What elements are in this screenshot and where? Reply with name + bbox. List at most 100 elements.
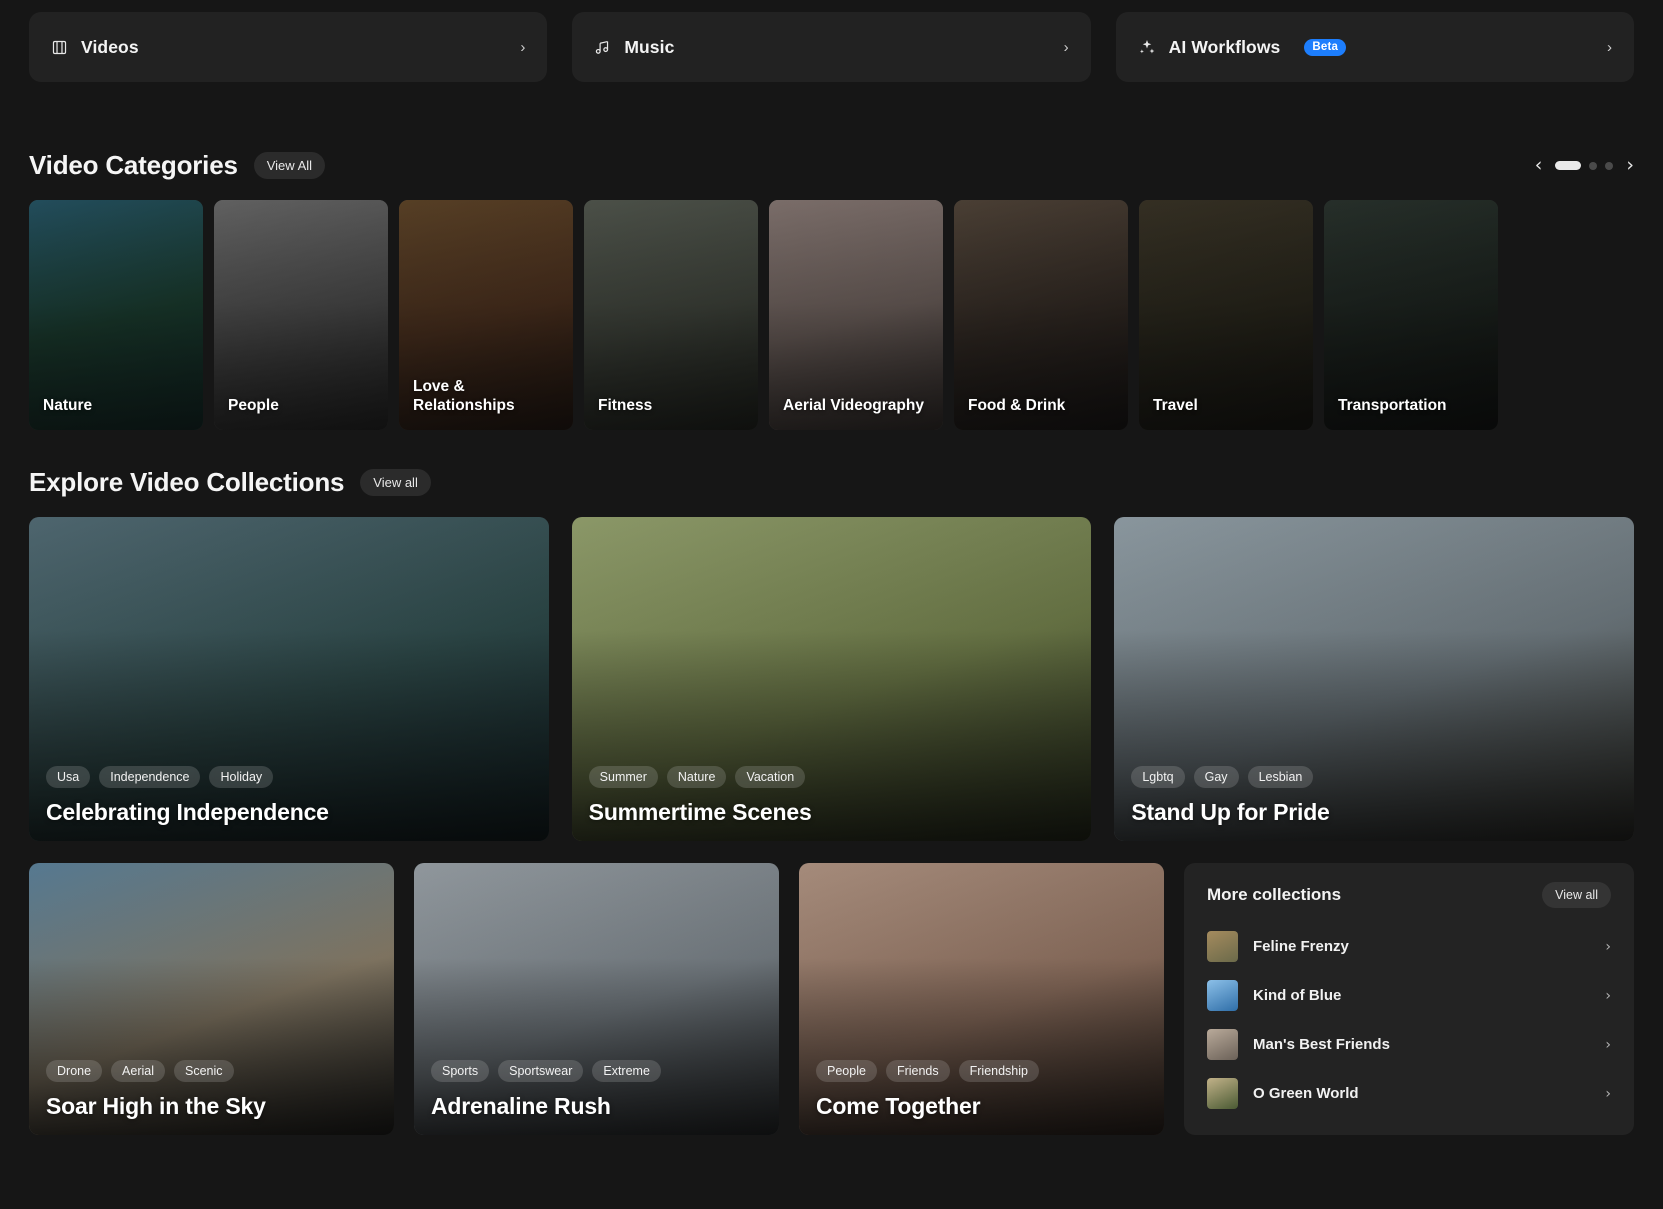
- top-nav-tiles: Videos › Music › AI Workflows Beta ›: [29, 0, 1634, 82]
- chevron-right-icon: ›: [1605, 938, 1611, 955]
- collection-card[interactable]: Summer Nature Vacation Summertime Scenes: [571, 517, 1092, 841]
- more-collections-list: Feline Frenzy › Kind of Blue › Man's Best Fr…: [1207, 922, 1611, 1118]
- music-note-icon: [594, 39, 611, 56]
- carousel-next-icon[interactable]: ›: [1626, 156, 1634, 175]
- nav-tile-label: Music: [624, 36, 675, 57]
- carousel-dot[interactable]: [1605, 161, 1614, 170]
- collection-title: Come Together: [816, 1093, 981, 1119]
- category-label: People: [228, 397, 279, 415]
- category-card[interactable]: Food & Drink: [954, 200, 1128, 430]
- more-collection-item[interactable]: Man's Best Friends ›: [1207, 1020, 1611, 1069]
- category-label: Love & Relationships: [413, 378, 515, 415]
- collection-tag[interactable]: Sportswear: [498, 1060, 584, 1082]
- collection-body: Summer Nature Vacation Summertime Scenes: [588, 766, 1075, 826]
- collection-tag[interactable]: Lesbian: [1247, 766, 1314, 788]
- more-collection-item[interactable]: Kind of Blue ›: [1207, 971, 1611, 1020]
- view-all-more-collections-button[interactable]: View all: [1542, 882, 1611, 908]
- collection-tag[interactable]: Independence: [99, 766, 201, 788]
- collection-tags: Sports Sportswear Extreme: [431, 1060, 762, 1082]
- collection-tag[interactable]: Scenic: [174, 1060, 234, 1082]
- collection-tag[interactable]: Extreme: [592, 1060, 661, 1082]
- collection-card[interactable]: People Friends Friendship Come Together: [799, 863, 1164, 1135]
- section-title: Explore Video Collections: [29, 467, 345, 497]
- category-label: Transportation: [1338, 397, 1447, 415]
- category-card[interactable]: Travel: [1139, 200, 1313, 430]
- beta-badge: Beta: [1304, 38, 1347, 56]
- carousel-dots: [1555, 161, 1614, 170]
- collection-tag[interactable]: Aerial: [111, 1060, 166, 1082]
- collection-thumbnail: [1207, 980, 1238, 1011]
- collection-card[interactable]: Drone Aerial Scenic Soar High in the Sky: [29, 863, 394, 1135]
- chevron-right-icon: ›: [1605, 987, 1611, 1004]
- collection-tag[interactable]: Nature: [666, 766, 727, 788]
- collection-tag[interactable]: Drone: [46, 1060, 103, 1082]
- nav-tile-music[interactable]: Music ›: [572, 12, 1091, 82]
- sparkles-icon: [1138, 38, 1156, 56]
- category-overlay: [769, 200, 943, 430]
- category-overlay: [1324, 200, 1498, 430]
- chevron-right-icon: ›: [1606, 38, 1612, 56]
- collection-card[interactable]: Sports Sportswear Extreme Adrenaline Rush: [414, 863, 779, 1135]
- nav-tile-label: Videos: [81, 36, 139, 57]
- nav-tile-ai-workflows[interactable]: AI Workflows Beta ›: [1115, 12, 1634, 82]
- carousel-dot[interactable]: [1589, 161, 1598, 170]
- page-root: Videos › Music › AI Workflows Beta › Vid…: [0, 0, 1663, 1209]
- category-card[interactable]: Aerial Videography: [769, 200, 943, 430]
- collection-title: Celebrating Independence: [46, 799, 329, 825]
- collection-tag[interactable]: Usa: [46, 766, 91, 788]
- collection-card[interactable]: Usa Independence Holiday Celebrating Indepe…: [29, 517, 549, 841]
- collection-title: Soar High in the Sky: [46, 1093, 266, 1119]
- collection-thumbnail: [1207, 1029, 1238, 1060]
- collection-tags: Summer Nature Vacation: [588, 766, 1075, 788]
- video-categories-header: Video Categories View All ‹ ›: [29, 150, 1634, 181]
- view-all-categories-button[interactable]: View All: [253, 152, 326, 179]
- category-label: Aerial Videography: [783, 397, 924, 415]
- more-collections-header: More collections View all: [1207, 882, 1611, 908]
- category-card[interactable]: People: [214, 200, 388, 430]
- carousel-dot-active[interactable]: [1555, 161, 1582, 170]
- category-label: Fitness: [598, 397, 653, 415]
- collection-tags: Drone Aerial Scenic: [46, 1060, 377, 1082]
- more-collections-title: More collections: [1207, 885, 1342, 904]
- collection-body: Sports Sportswear Extreme Adrenaline Rush: [431, 1060, 762, 1120]
- collection-tag[interactable]: Lgbtq: [1131, 766, 1185, 788]
- collection-tags: Lgbtq Gay Lesbian: [1131, 766, 1617, 788]
- more-collection-item[interactable]: Feline Frenzy ›: [1207, 922, 1611, 971]
- collection-tags: Usa Independence Holiday: [46, 766, 532, 788]
- collection-body: Lgbtq Gay Lesbian Stand Up for Pride: [1131, 766, 1617, 826]
- collection-tag[interactable]: Friendship: [958, 1060, 1039, 1082]
- collection-body: Usa Independence Holiday Celebrating Indepe…: [46, 766, 532, 826]
- nav-tile-videos[interactable]: Videos ›: [29, 12, 548, 82]
- more-collection-item[interactable]: O Green World ›: [1207, 1069, 1611, 1118]
- more-collection-label: O Green World: [1253, 1085, 1359, 1102]
- collection-tag[interactable]: Summer: [588, 766, 658, 788]
- category-overlay: [584, 200, 758, 430]
- collection-title: Adrenaline Rush: [431, 1093, 611, 1119]
- collection-tag[interactable]: Holiday: [209, 766, 274, 788]
- video-categories-strip: Nature People Love & Relationships Fitness A…: [29, 200, 1634, 430]
- collection-card[interactable]: Lgbtq Gay Lesbian Stand Up for Pride: [1114, 517, 1635, 841]
- collection-thumbnail: [1207, 931, 1238, 962]
- category-card[interactable]: Love & Relationships: [399, 200, 573, 430]
- chevron-right-icon: ›: [1605, 1036, 1611, 1053]
- category-card[interactable]: Transportation: [1324, 200, 1498, 430]
- collection-tag[interactable]: People: [816, 1060, 877, 1082]
- collection-tag[interactable]: Gay: [1193, 766, 1239, 788]
- collection-thumbnail: [1207, 1078, 1238, 1109]
- carousel-prev-icon[interactable]: ‹: [1535, 156, 1543, 175]
- category-card[interactable]: Nature: [29, 200, 203, 430]
- view-all-collections-button[interactable]: View all: [360, 469, 431, 496]
- film-icon: [51, 39, 68, 56]
- category-label: Travel: [1153, 397, 1198, 415]
- collection-tag[interactable]: Vacation: [735, 766, 806, 788]
- category-label: Nature: [43, 397, 93, 415]
- collection-tag[interactable]: Friends: [885, 1060, 950, 1082]
- collection-tag[interactable]: Sports: [431, 1060, 490, 1082]
- category-overlay: [1139, 200, 1313, 430]
- category-overlay: [29, 200, 203, 430]
- category-card[interactable]: Fitness: [584, 200, 758, 430]
- secondary-collections-row: Drone Aerial Scenic Soar High in the Sky Spo…: [29, 863, 1634, 1135]
- collection-body: People Friends Friendship Come Together: [816, 1060, 1147, 1120]
- featured-collections-row: Usa Independence Holiday Celebrating Indepe…: [29, 517, 1635, 841]
- collection-body: Drone Aerial Scenic Soar High in the Sky: [46, 1060, 377, 1120]
